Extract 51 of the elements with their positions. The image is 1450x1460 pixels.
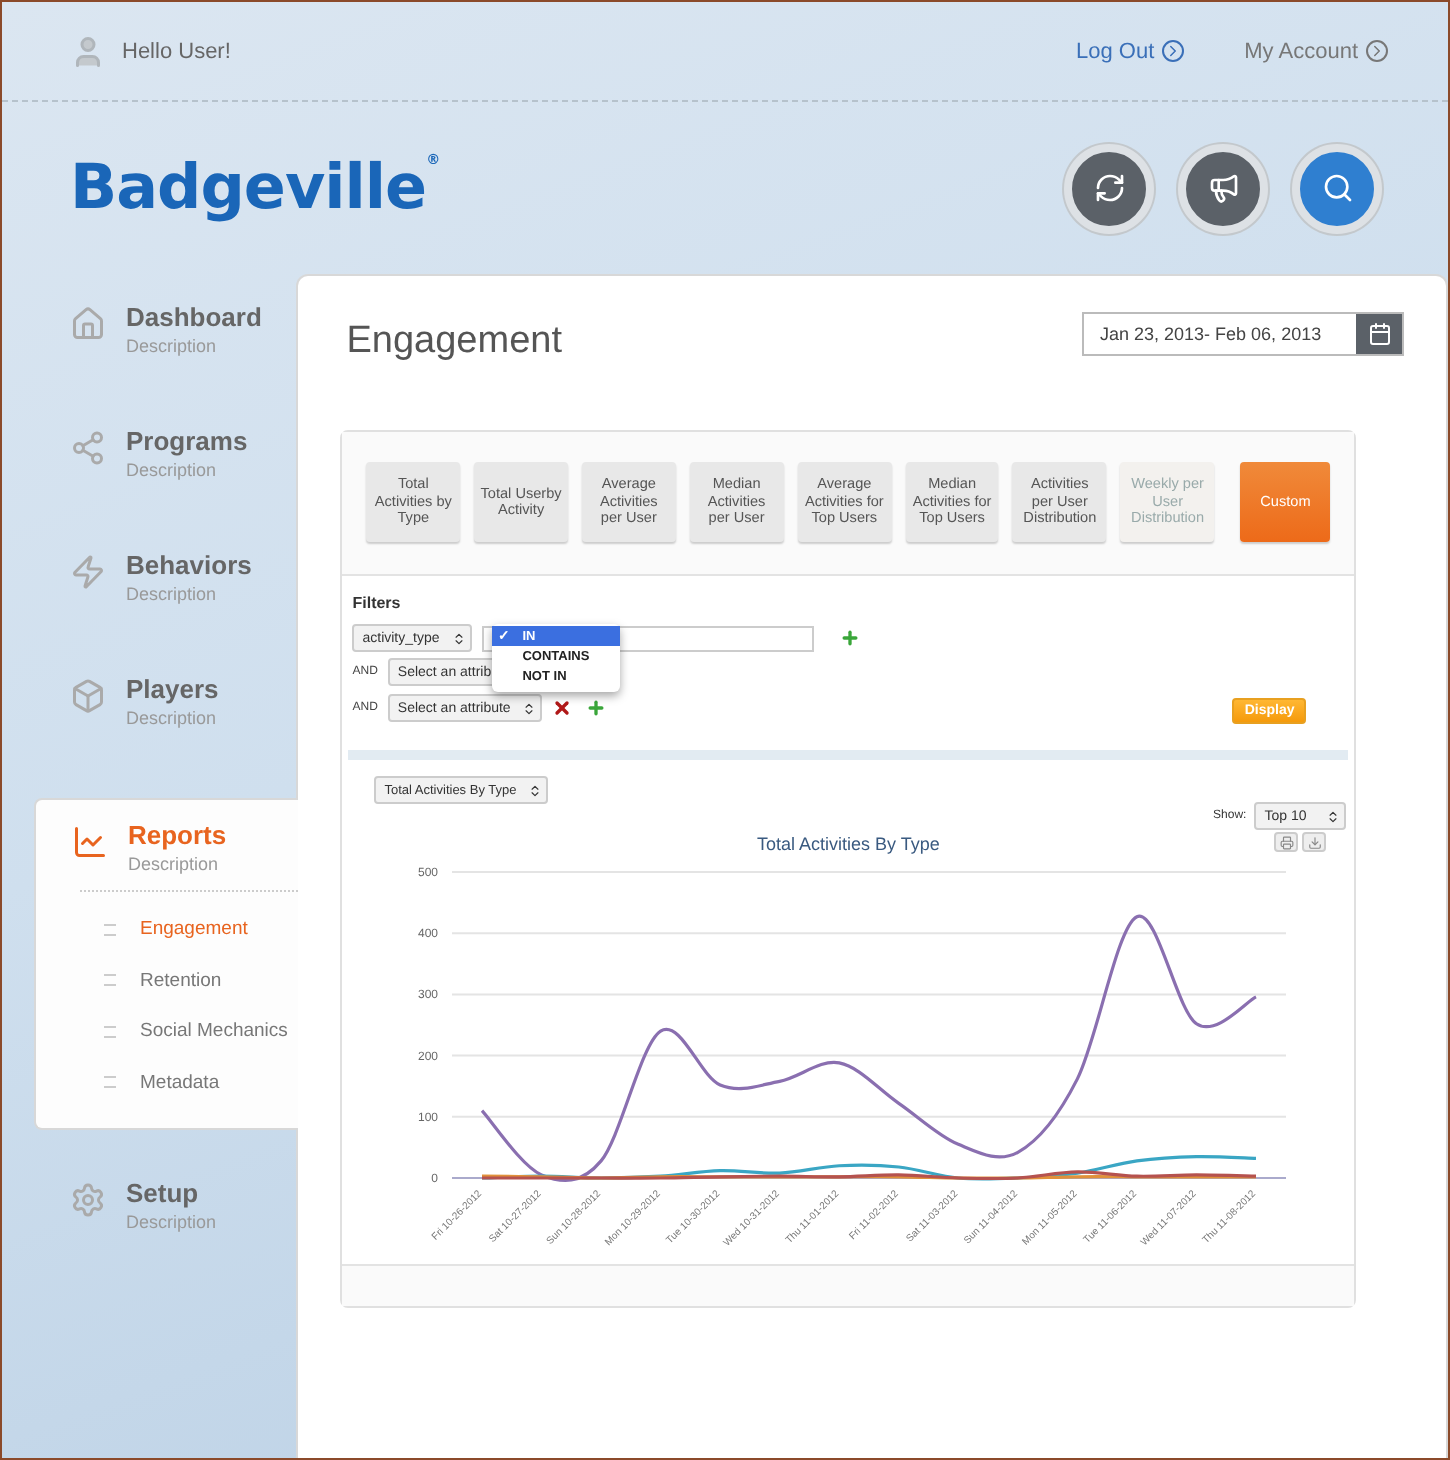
nav-icon	[70, 1182, 106, 1218]
stepper-icon	[1326, 809, 1341, 823]
megaphone-button[interactable]	[1178, 143, 1268, 233]
nav-description: Description	[126, 336, 219, 356]
print-button[interactable]	[1274, 832, 1299, 852]
nav-title: Programs	[126, 426, 248, 456]
nav-subitem[interactable]: Retention	[80, 955, 222, 1006]
greeting: Hello User!	[122, 39, 231, 63]
nav-icon	[72, 824, 108, 860]
user-icon	[70, 33, 106, 69]
nav-description: Description	[126, 708, 219, 728]
add-icon[interactable]	[839, 628, 860, 648]
nav-title: Setup	[126, 1178, 201, 1208]
nav-item[interactable]: Players Description	[70, 674, 219, 798]
page-title: Engagement	[346, 320, 562, 364]
nav-item[interactable]: Programs Description	[70, 426, 248, 550]
remove-icon[interactable]	[552, 698, 573, 718]
header-link[interactable]: My Account	[1244, 39, 1388, 63]
nav-icon	[70, 430, 106, 466]
download-button[interactable]	[1302, 832, 1327, 852]
filters-heading: Filters	[352, 594, 403, 612]
nav-title: Behaviors	[126, 550, 252, 580]
nav-description: Description	[126, 1212, 217, 1232]
download-icon	[1307, 835, 1322, 849]
nav-description: Description	[126, 460, 219, 480]
nav-description: Description	[128, 854, 221, 874]
megaphone-icon	[1207, 172, 1239, 204]
header-link[interactable]: Log Out	[1076, 39, 1185, 63]
nav-item[interactable]: Dashboard Description	[70, 302, 262, 426]
refresh-icon	[1093, 172, 1125, 204]
refresh-button[interactable]	[1064, 143, 1154, 233]
nav-title: Dashboard	[126, 302, 262, 332]
search-button[interactable]	[1292, 143, 1382, 233]
stepper-icon	[522, 701, 537, 715]
nav-title: Reports	[128, 820, 227, 850]
nav-subitem[interactable]: Engagement	[80, 904, 248, 955]
nav-item[interactable]: Setup Description	[70, 1178, 217, 1302]
add-icon[interactable]	[586, 698, 607, 718]
search-icon	[1321, 172, 1353, 204]
nav-subitem[interactable]: Social Mechanics	[80, 1006, 288, 1057]
nav-item[interactable]: Behaviors Description	[70, 550, 252, 674]
chart-title: Total Activities By Type	[757, 834, 940, 854]
nav-subitem[interactable]: Metadata	[80, 1057, 220, 1108]
stepper-icon	[451, 631, 466, 645]
nav-icon	[70, 554, 106, 590]
printer-icon	[1279, 835, 1294, 849]
stepper-icon	[528, 783, 543, 797]
nav-description: Description	[126, 584, 219, 604]
nav-icon	[70, 306, 106, 342]
nav-title: Players	[126, 674, 219, 704]
nav-icon	[70, 678, 106, 714]
